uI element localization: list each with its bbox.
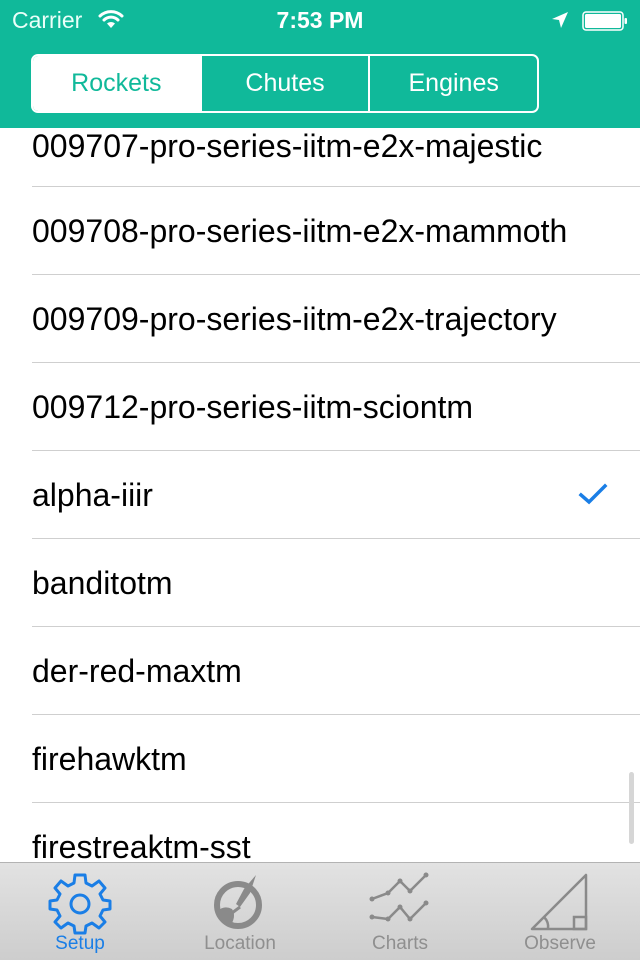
tab-setup[interactable]: Setup	[0, 863, 160, 960]
tab-location-label: Location	[204, 933, 276, 954]
tab-charts-label: Charts	[372, 933, 428, 954]
list-item-label: der-red-maxtm	[32, 652, 242, 689]
line-chart-icon	[369, 872, 429, 922]
battery-icon	[582, 11, 627, 31]
segment-engines[interactable]: Engines	[368, 56, 537, 111]
list-item-label: banditotm	[32, 564, 173, 601]
tab-observe-label: Observe	[524, 933, 596, 954]
category-segmented-control: Rockets Chutes Engines	[31, 54, 539, 113]
rocket-globe-icon	[214, 875, 262, 929]
list-item[interactable]: 009707-pro-series-iitm-e2x-majestic	[0, 128, 640, 187]
checkmark-icon	[578, 483, 608, 505]
list-item-label: alpha-iiir	[32, 476, 153, 513]
list-item-label: 009708-pro-series-iitm-e2x-mammoth	[32, 212, 568, 249]
location-arrow-icon	[552, 12, 568, 28]
status-bar: Carrier 7:53 PM	[0, 0, 640, 40]
triangle-angle-icon	[530, 873, 588, 931]
list-item-label: 009707-pro-series-iitm-e2x-majestic	[32, 128, 543, 164]
clock: 7:53 PM	[276, 7, 364, 33]
list-item[interactable]: der-red-maxtm	[0, 627, 640, 715]
rocket-list[interactable]: 009707-pro-series-iitm-e2x-majestic 0097…	[0, 128, 640, 862]
tab-setup-label: Setup	[55, 933, 105, 954]
list-item-label: firestreaktm-sst	[32, 828, 251, 863]
list-item[interactable]: 009709-pro-series-iitm-e2x-trajectory	[0, 275, 640, 363]
list-item-label: 009712-pro-series-iitm-sciontm	[32, 388, 474, 425]
tab-observe[interactable]: Observe	[480, 863, 640, 960]
list-item[interactable]: 009712-pro-series-iitm-sciontm	[0, 363, 640, 451]
list-item[interactable]: firestreaktm-sst	[0, 803, 640, 863]
segment-rockets[interactable]: Rockets	[33, 56, 200, 111]
list-item[interactable]: 009708-pro-series-iitm-e2x-mammoth	[0, 187, 640, 275]
list-item-label: firehawktm	[32, 740, 187, 777]
segment-chutes[interactable]: Chutes	[199, 56, 369, 111]
list-item[interactable]: banditotm	[0, 539, 640, 627]
list-item[interactable]: firehawktm	[0, 715, 640, 803]
tab-bar: Setup Location Charts Observe	[0, 862, 640, 960]
list-item-label: 009709-pro-series-iitm-e2x-trajectory	[32, 300, 557, 337]
tab-location[interactable]: Location	[160, 863, 320, 960]
vertical-scrollbar[interactable]	[629, 772, 634, 844]
tab-charts[interactable]: Charts	[320, 863, 480, 960]
navigation-header: Carrier 7:53 PM Rockets Chutes Engines	[0, 0, 640, 128]
gear-icon	[48, 873, 112, 935]
list-item-selected[interactable]: alpha-iiir	[0, 451, 640, 539]
